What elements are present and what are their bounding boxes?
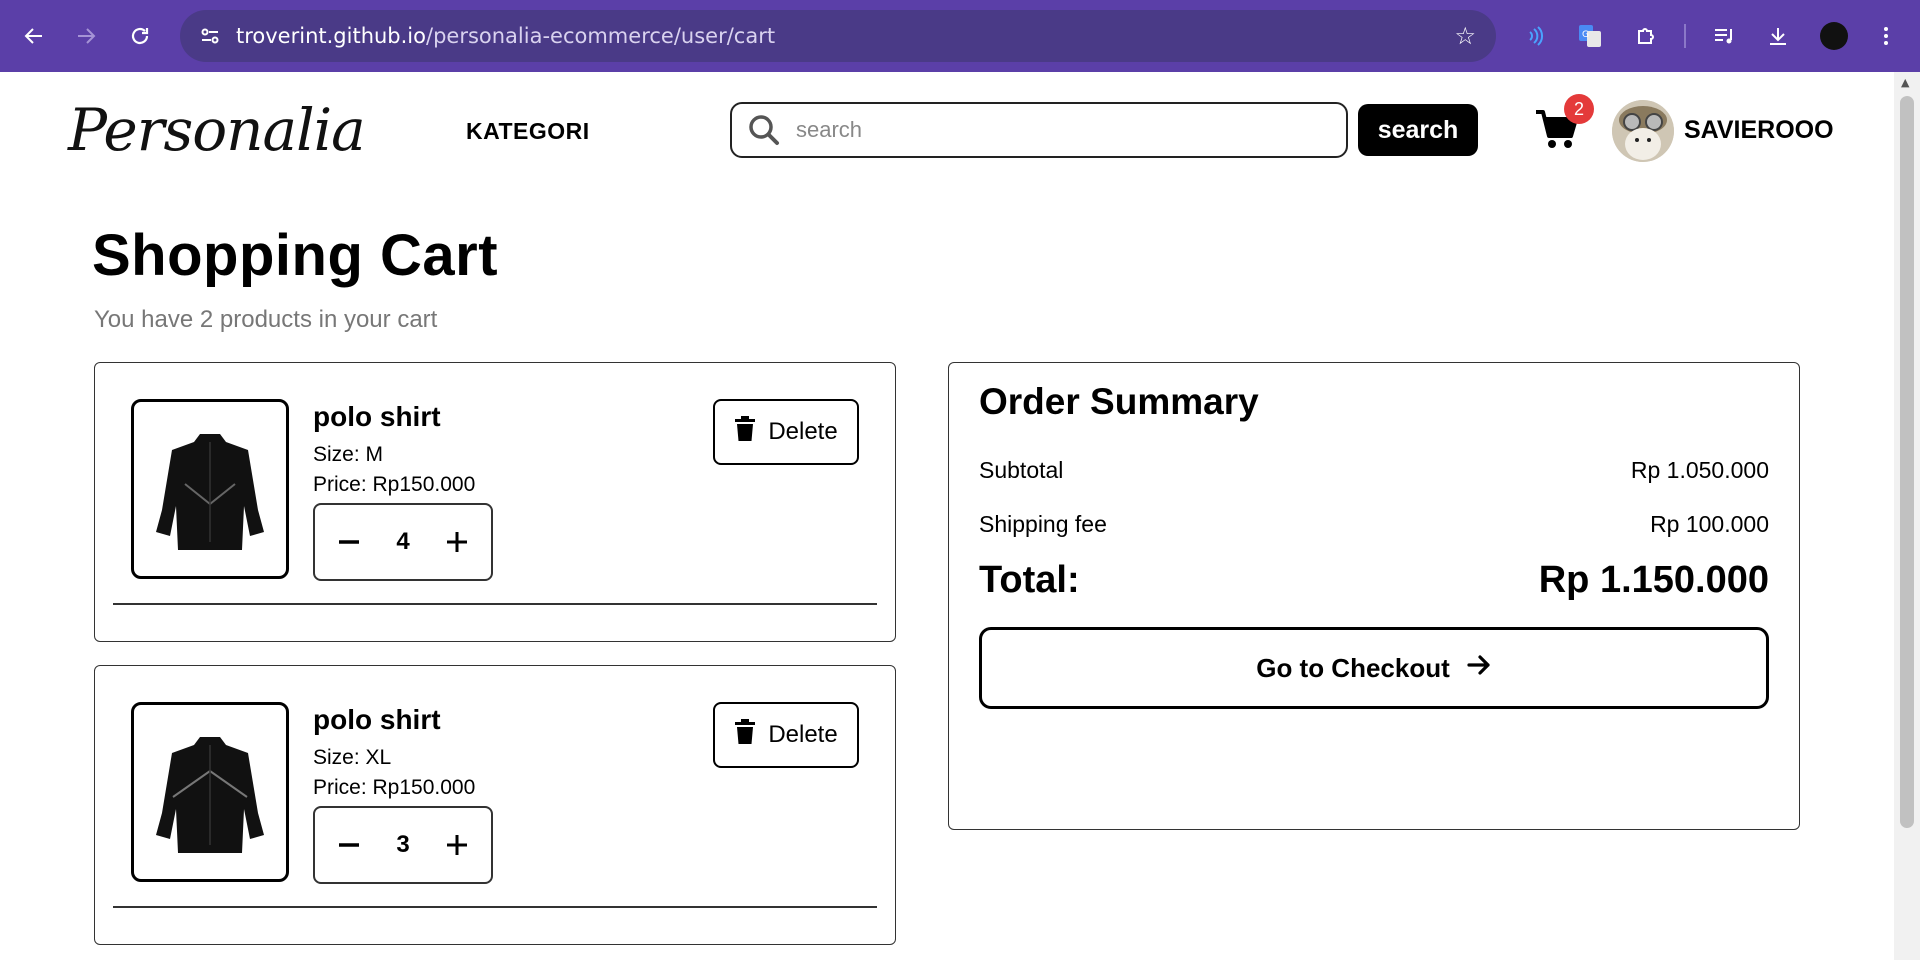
- back-arrow-icon[interactable]: [14, 16, 54, 56]
- item-divider: [113, 603, 877, 605]
- cart-subtitle: You have 2 products in your cart: [94, 306, 438, 333]
- product-price: Price: Rp150.000: [313, 473, 476, 496]
- site-info-icon[interactable]: [184, 10, 236, 62]
- product-size: Size: XL: [313, 746, 392, 769]
- translate-icon[interactable]: G: [1570, 16, 1610, 56]
- scrollbar-thumb[interactable]: [1900, 96, 1914, 828]
- order-summary: Order Summary Subtotal Rp 1.050.000 Ship…: [948, 362, 1800, 830]
- download-icon[interactable]: [1758, 16, 1798, 56]
- forward-arrow-icon[interactable]: [66, 16, 106, 56]
- media-queue-icon[interactable]: [1704, 16, 1744, 56]
- product-price: Price: Rp150.000: [313, 776, 476, 799]
- trash-icon: [734, 415, 756, 449]
- page-title: Shopping Cart: [92, 223, 499, 288]
- delete-button[interactable]: Delete: [713, 702, 859, 768]
- checkout-label: Go to Checkout: [1256, 652, 1450, 683]
- browser-toolbar: troverint.github.io/personalia-ecommerce…: [0, 0, 1920, 72]
- quantity-value: 4: [396, 528, 410, 555]
- site-logo[interactable]: Personalia: [68, 96, 366, 164]
- page-scrollbar[interactable]: ▲: [1894, 72, 1920, 960]
- shipping-row: Shipping fee Rp 100.000: [979, 511, 1769, 538]
- product-image[interactable]: [131, 702, 289, 882]
- checkout-button[interactable]: Go to Checkout: [979, 627, 1769, 709]
- plus-icon[interactable]: [435, 823, 479, 867]
- item-divider: [113, 906, 877, 908]
- subtotal-label: Subtotal: [979, 457, 1064, 483]
- subtotal-row: Subtotal Rp 1.050.000: [979, 457, 1769, 484]
- total-row: Total: Rp 1.150.000: [979, 559, 1769, 602]
- search-button[interactable]: search: [1358, 104, 1478, 156]
- cart-item: polo shirt Size: M Price: Rp150.000 4 De…: [94, 362, 896, 642]
- product-size: Size: M: [313, 443, 384, 466]
- username[interactable]: SAVIEROOO: [1684, 116, 1834, 145]
- delete-button[interactable]: Delete: [713, 399, 859, 465]
- arrow-right-icon: [1466, 652, 1492, 685]
- delete-label: Delete: [768, 721, 838, 748]
- address-bar[interactable]: troverint.github.io/personalia-ecommerce…: [180, 10, 1496, 62]
- user-avatar[interactable]: [1612, 100, 1674, 162]
- search-input[interactable]: [796, 117, 1316, 143]
- bookmark-star-icon[interactable]: ☆: [1454, 22, 1476, 50]
- search-icon: [732, 104, 796, 156]
- page: Personalia KATEGORI search 2 SAVIEROOO S…: [0, 72, 1894, 960]
- profile-avatar-icon[interactable]: [1814, 16, 1854, 56]
- quantity-stepper: 3: [313, 806, 493, 884]
- quantity-stepper: 4: [313, 503, 493, 581]
- svg-text:G: G: [1582, 30, 1589, 40]
- total-label: Total:: [979, 559, 1080, 601]
- url-host: troverint.github.io: [236, 24, 426, 48]
- order-summary-title: Order Summary: [979, 381, 1259, 422]
- quantity-value: 3: [396, 831, 410, 858]
- search-bar: [730, 102, 1348, 158]
- cart-count-badge: 2: [1564, 94, 1594, 124]
- read-aloud-icon[interactable]: [1516, 16, 1556, 56]
- url-path: /personalia-ecommerce/user/cart: [426, 24, 776, 48]
- cart-item: polo shirt Size: XL Price: Rp150.000 3 D…: [94, 665, 896, 945]
- shipping-label: Shipping fee: [979, 511, 1107, 537]
- plus-icon[interactable]: [435, 520, 479, 564]
- menu-kebab-icon[interactable]: [1866, 16, 1906, 56]
- total-value: Rp 1.150.000: [1538, 559, 1769, 601]
- scroll-up-arrow-icon[interactable]: ▲: [1901, 76, 1909, 89]
- subtotal-value: Rp 1.050.000: [1630, 457, 1769, 483]
- delete-label: Delete: [768, 418, 838, 445]
- minus-icon[interactable]: [327, 520, 371, 564]
- minus-icon[interactable]: [327, 823, 371, 867]
- shipping-value: Rp 100.000: [1650, 511, 1769, 537]
- product-name[interactable]: polo shirt: [313, 704, 441, 736]
- product-image[interactable]: [131, 399, 289, 579]
- nav-kategori[interactable]: KATEGORI: [466, 118, 590, 145]
- toolbar-divider: [1684, 24, 1686, 48]
- trash-icon: [734, 718, 756, 752]
- product-name[interactable]: polo shirt: [313, 401, 441, 433]
- reload-icon[interactable]: [120, 16, 160, 56]
- extensions-puzzle-icon[interactable]: [1626, 16, 1666, 56]
- url-text: troverint.github.io/personalia-ecommerce…: [236, 24, 775, 48]
